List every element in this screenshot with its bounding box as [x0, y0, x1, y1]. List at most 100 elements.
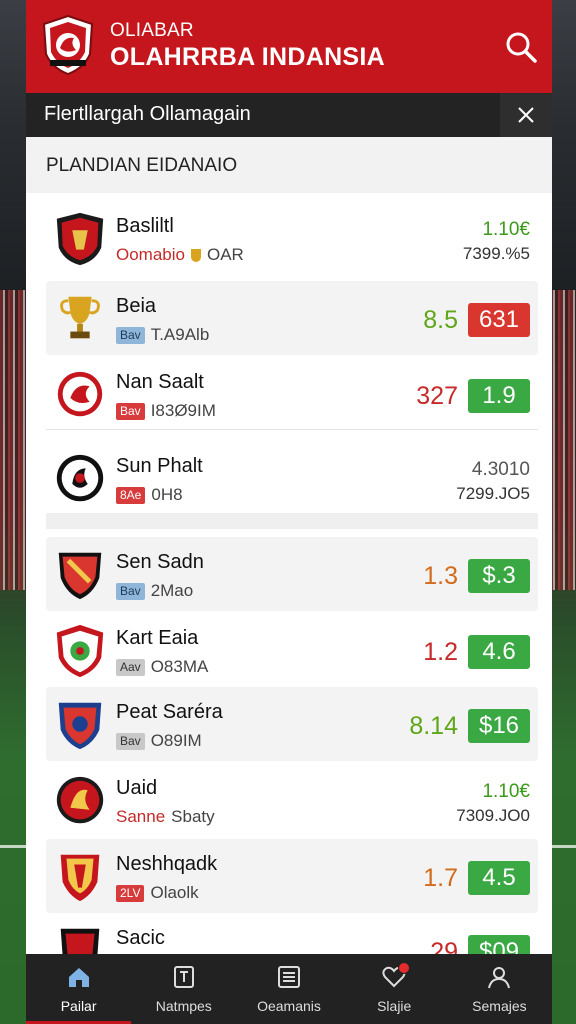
- team-crest-icon: [56, 624, 104, 678]
- odds-summary: 4.3010 7299.JO5: [456, 459, 530, 504]
- match-meta: Bav 2Mao: [116, 581, 193, 601]
- match-row[interactable]: SacicBavSabalk29$09: [46, 913, 538, 954]
- team-name: Peat Saréra: [116, 701, 223, 723]
- match-meta-extra: OAR: [206, 245, 244, 264]
- nav-item-list[interactable]: Oeamanis: [236, 954, 341, 1024]
- match-meta-text: Oomabio: [116, 245, 185, 264]
- match-meta: Aav O83MA: [116, 657, 208, 677]
- team-crest-icon: [60, 854, 100, 902]
- nav-label: Pailar: [60, 998, 97, 1014]
- ticket-icon: [173, 966, 194, 988]
- odds-group: 8.14 $16: [409, 709, 530, 743]
- match-meta-text: 2Mao: [150, 581, 194, 600]
- match-meta: 2LV Olaolk: [116, 883, 199, 903]
- section-gap: [46, 513, 538, 529]
- match-meta-text: Sanne: [116, 807, 166, 826]
- odds-button[interactable]: 631: [468, 303, 530, 337]
- club-logo-icon: [42, 14, 94, 76]
- match-row[interactable]: Uaid Sanne Sbaty 1.10€ 7309.JO0: [46, 763, 538, 837]
- team-crest-icon: [58, 552, 102, 600]
- team-name: Beia: [116, 295, 157, 317]
- section-title: PLANDIAN EIDANAIO: [26, 137, 552, 193]
- match-meta-text: Olaolk: [150, 883, 199, 902]
- match-meta: 8Ae 0H8: [116, 485, 183, 505]
- odds-bottom: 7299.JO5: [456, 484, 530, 503]
- league-tag: 2LV: [116, 884, 145, 902]
- match-meta: Sanne Sbaty: [116, 807, 215, 827]
- team-name: Nan Saalt: [116, 371, 204, 393]
- odds-group: 1.7 4.5: [423, 861, 530, 895]
- close-icon: [518, 107, 534, 123]
- odds-top: 4.3010: [471, 459, 530, 480]
- odds-top: 1.10€: [482, 219, 530, 240]
- match-row[interactable]: Kart Eaia Aav O83MA 1.2 4.6: [46, 613, 538, 687]
- odds-group: 327 1.9: [416, 379, 530, 413]
- nav-item-home[interactable]: Pailar: [26, 954, 132, 1024]
- promo-banner: Flertllargah Ollamagain: [26, 93, 552, 137]
- league-tag: Aav: [116, 658, 145, 676]
- odds-value: 1.2: [423, 637, 458, 666]
- search-icon[interactable]: [504, 30, 538, 64]
- nav-label: Natmpes: [155, 998, 212, 1014]
- team-name: Basliltl: [116, 215, 174, 237]
- nav-item-user[interactable]: Semajes: [447, 954, 552, 1024]
- team-crest-icon: [60, 296, 100, 339]
- match-row[interactable]: Neshhqadk 2LV Olaolk 1.7 4.5: [46, 839, 538, 913]
- team-crest-icon: [56, 454, 104, 502]
- notification-badge: [398, 962, 411, 974]
- odds-summary: 1.10€ 7399.%5: [463, 219, 530, 264]
- odds-summary: 1.10€ 7309.JO0: [456, 781, 530, 826]
- odds-button[interactable]: 4.6: [468, 635, 530, 669]
- team-crest-icon: [58, 702, 102, 750]
- odds-value: 1.3: [423, 561, 458, 590]
- odds-button[interactable]: 1.9: [468, 379, 530, 413]
- odds-button[interactable]: $.3: [468, 559, 530, 593]
- nav-item-ticket[interactable]: Natmpes: [131, 954, 236, 1024]
- home-icon: [68, 968, 89, 987]
- odds-value: 8.5: [423, 305, 458, 334]
- team-name: Sun Phalt: [116, 455, 203, 477]
- team-name: Neshhqadk: [116, 853, 218, 875]
- nav-item-heart[interactable]: Slajie: [342, 954, 447, 1024]
- league-tag: Bav: [116, 326, 145, 344]
- match-meta-text: O83MA: [150, 657, 209, 676]
- odds-bottom: 7399.%5: [462, 244, 530, 263]
- team-crest-icon: [57, 371, 103, 417]
- nav-label: Oeamanis: [257, 998, 321, 1014]
- match-row[interactable]: Sen Sadn Bav 2Mao 1.3 $.3: [46, 537, 538, 611]
- match-meta: Oomabio OAR: [116, 245, 244, 265]
- odds-value: 1.7: [423, 863, 458, 892]
- league-tag: Bav: [116, 732, 145, 750]
- odds-button[interactable]: 4.5: [468, 861, 530, 895]
- odds-value: 327: [416, 381, 458, 410]
- match-meta: Bav T.A9Alb: [116, 325, 209, 345]
- brand-subtitle: OLIABAR: [110, 20, 194, 41]
- odds-button[interactable]: $16: [468, 709, 530, 743]
- match-row[interactable]: Basliltl Oomabio OAR 1.10€ 7399.%5: [46, 201, 538, 275]
- odds-group: 1.2 4.6: [423, 635, 530, 669]
- odds-group: 29 $09: [430, 935, 530, 954]
- match-meta-text: 0H8: [151, 485, 183, 504]
- odds-bottom: 7309.JO0: [456, 806, 530, 825]
- match-row[interactable]: Sun Phalt 8Ae 0H8 4.3010 7299.JO5: [46, 441, 538, 515]
- banner-close-button[interactable]: [500, 93, 552, 137]
- league-tag: Bav: [116, 402, 145, 420]
- league-tag: 8Ae: [116, 486, 146, 504]
- match-row[interactable]: Peat Saréra Bav O89IM 8.14 $16: [46, 687, 538, 761]
- team-name: Kart Eaia: [116, 627, 199, 649]
- team-crest-icon: [56, 212, 104, 266]
- nav-label: Semajes: [472, 998, 527, 1014]
- user-icon: [488, 967, 511, 989]
- nav-label: Slajie: [377, 998, 412, 1014]
- match-meta-extra: Sbaty: [171, 807, 215, 826]
- team-name: Sacic: [116, 927, 165, 949]
- team-name: Uaid: [116, 777, 158, 799]
- banner-text: Flertllargah Ollamagain: [44, 103, 251, 125]
- match-meta-text: O89IM: [150, 731, 202, 750]
- odds-group: 1.3 $.3: [423, 559, 530, 593]
- match-meta: Bav I83Ø9IM: [116, 401, 216, 421]
- team-crest-icon: [56, 776, 104, 824]
- match-row[interactable]: Nan Saalt Bav I83Ø9IM 327 1.9: [46, 357, 538, 431]
- odds-button[interactable]: $09: [468, 935, 530, 954]
- match-row[interactable]: Beia Bav T.A9Alb 8.5 631: [46, 281, 538, 355]
